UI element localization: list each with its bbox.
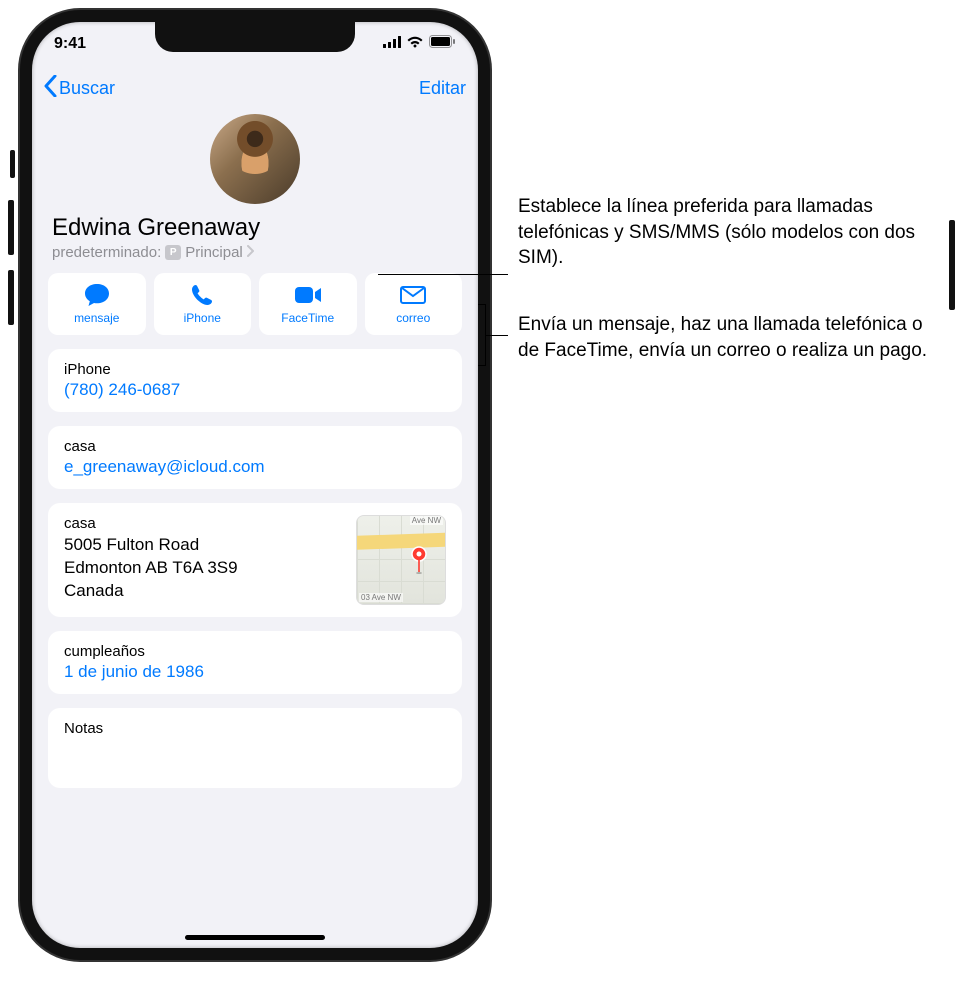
phone-card[interactable]: iPhone (780) 246-0687: [48, 349, 462, 412]
phone-label: iPhone: [64, 361, 446, 378]
notes-card[interactable]: Notas: [48, 708, 462, 788]
callout-bracket: [478, 304, 486, 366]
sim-badge: P: [165, 245, 181, 260]
message-icon: [84, 283, 110, 307]
phone-icon: [191, 283, 213, 307]
avatar[interactable]: [210, 114, 300, 204]
address-label: casa: [64, 515, 238, 532]
map-street-label-2: 03 Ave NW: [359, 593, 403, 602]
chevron-left-icon: [44, 75, 57, 102]
message-label: mensaje: [74, 311, 119, 325]
phone-frame: 9:41 Buscar Editar Edwina Greenaway pred…: [20, 10, 490, 960]
email-card[interactable]: casa e_greenaway@icloud.com: [48, 426, 462, 489]
back-button[interactable]: Buscar: [44, 75, 115, 102]
back-label: Buscar: [59, 78, 115, 99]
callout-text-sim: Establece la línea preferida para llamad…: [518, 194, 948, 271]
default-prefix: predeterminado:: [52, 244, 161, 261]
home-indicator[interactable]: [185, 935, 325, 940]
notch: [155, 22, 355, 52]
mail-label: correo: [396, 311, 430, 325]
birthday-label: cumpleaños: [64, 643, 446, 660]
callout-text-actions: Envía un mensaje, haz una llamada telefó…: [518, 312, 948, 363]
email-label: casa: [64, 438, 446, 455]
facetime-label: FaceTime: [281, 311, 334, 325]
notes-label: Notas: [64, 720, 446, 737]
address-line3: Canada: [64, 580, 238, 603]
call-button[interactable]: iPhone: [154, 273, 252, 335]
contact-name: Edwina Greenaway: [48, 214, 462, 242]
map-thumbnail[interactable]: Ave NW 03 Ave NW: [356, 515, 446, 605]
facetime-button[interactable]: FaceTime: [259, 273, 357, 335]
default-line-row[interactable]: predeterminado: P Principal: [48, 244, 462, 261]
chevron-right-icon: [247, 244, 255, 261]
email-value: e_greenaway@icloud.com: [64, 457, 446, 477]
mute-switch: [10, 150, 15, 178]
edit-button[interactable]: Editar: [419, 78, 466, 99]
address-card[interactable]: casa 5005 Fulton Road Edmonton AB T6A 3S…: [48, 503, 462, 617]
callout-connector: [486, 335, 508, 336]
message-button[interactable]: mensaje: [48, 273, 146, 335]
cellular-icon: [383, 35, 401, 53]
nav-bar: Buscar Editar: [32, 66, 478, 110]
phone-value: (780) 246-0687: [64, 380, 446, 400]
mail-button[interactable]: correo: [365, 273, 463, 335]
address-line1: 5005 Fulton Road: [64, 534, 238, 557]
map-street-label-1: Ave NW: [410, 516, 443, 525]
birthday-card[interactable]: cumpleaños 1 de junio de 1986: [48, 631, 462, 694]
battery-icon: [429, 35, 456, 53]
mail-icon: [400, 283, 426, 307]
wifi-icon: [406, 35, 424, 53]
birthday-value: 1 de junio de 1986: [64, 662, 446, 682]
status-time: 9:41: [54, 35, 86, 53]
address-line2: Edmonton AB T6A 3S9: [64, 557, 238, 580]
power-button: [949, 220, 955, 310]
volume-up-button: [8, 200, 14, 255]
facetime-icon: [294, 283, 322, 307]
volume-down-button: [8, 270, 14, 325]
callout-connector: [378, 274, 508, 275]
action-row: mensaje iPhone FaceTime correo: [48, 273, 462, 335]
call-label: iPhone: [184, 311, 221, 325]
sim-name: Principal: [185, 244, 243, 261]
map-pin-icon: [411, 546, 427, 579]
